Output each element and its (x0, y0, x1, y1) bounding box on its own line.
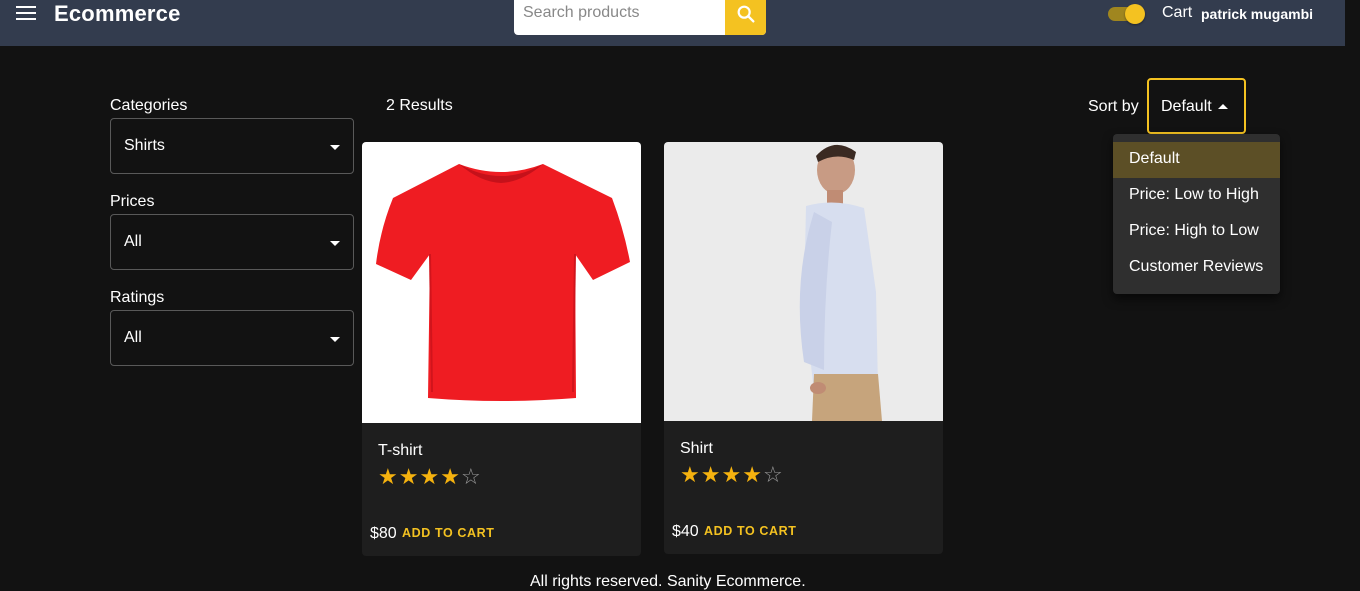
product-price: $40 (672, 523, 699, 540)
dark-mode-toggle[interactable] (1108, 4, 1146, 24)
star-filled-icon: ★ (721, 462, 743, 487)
footer-text: All rights reserved. Sanity Ecommerce. (530, 573, 806, 590)
menu-icon[interactable] (16, 6, 36, 22)
categories-value: Shirts (124, 137, 165, 154)
search-bar (514, 0, 766, 35)
star-filled-icon: ★ (680, 462, 701, 487)
sort-menu: Default Price: Low to High Price: High t… (1113, 134, 1280, 294)
star-filled-icon: ★ (440, 464, 461, 489)
sort-option-price-high-low[interactable]: Price: High to Low (1113, 214, 1280, 250)
ratings-label: Ratings (110, 289, 165, 306)
toggle-thumb (1125, 4, 1145, 24)
add-to-cart-button[interactable]: ADD TO CART (402, 526, 494, 540)
add-to-cart-button[interactable]: ADD TO CART (704, 524, 796, 538)
star-rating: ★★★★☆ (378, 464, 482, 490)
chevron-down-icon (330, 145, 340, 150)
search-input[interactable] (514, 0, 725, 35)
sort-label: Sort by (1088, 98, 1139, 115)
product-title[interactable]: Shirt (680, 440, 713, 458)
ratings-value: All (124, 329, 142, 346)
sort-option-customer-reviews[interactable]: Customer Reviews (1113, 250, 1280, 286)
product-price: $80 (370, 525, 397, 542)
results-count: 2 Results (386, 97, 453, 114)
chevron-down-icon (330, 241, 340, 246)
categories-label: Categories (110, 97, 188, 114)
chevron-up-icon (1218, 104, 1228, 109)
chevron-down-icon (330, 337, 340, 342)
star-filled-icon: ★ (742, 462, 763, 487)
star-rating: ★★★★☆ (680, 462, 784, 488)
sort-option-price-low-high[interactable]: Price: Low to High (1113, 178, 1280, 214)
prices-label: Prices (110, 193, 155, 210)
product-card-tshirt[interactable]: T-shirt ★★★★☆ $80 ADD TO CART (362, 142, 641, 556)
brand-link[interactable]: Ecommerce (54, 1, 181, 27)
star-filled-icon: ★ (378, 464, 399, 489)
sort-select[interactable]: Default (1147, 78, 1246, 134)
search-icon (737, 5, 755, 23)
search-button[interactable] (725, 0, 766, 35)
shirt-image[interactable] (664, 142, 943, 421)
app-bar: Ecommerce Cart patrick mugambi (0, 0, 1345, 46)
user-menu-button[interactable]: patrick mugambi (1201, 6, 1313, 22)
categories-select[interactable]: Shirts (110, 118, 354, 174)
star-filled-icon: ★ (419, 464, 441, 489)
product-card-shirt[interactable]: Shirt ★★★★☆ $40 ADD TO CART (664, 142, 943, 554)
tshirt-image[interactable] (362, 142, 641, 423)
prices-value: All (124, 233, 142, 250)
star-empty-icon: ☆ (460, 464, 482, 489)
product-title[interactable]: T-shirt (378, 442, 422, 460)
prices-select[interactable]: All (110, 214, 354, 270)
star-filled-icon: ★ (398, 464, 420, 489)
sort-value: Default (1161, 98, 1212, 115)
cart-link[interactable]: Cart (1162, 4, 1192, 22)
sort-option-default[interactable]: Default (1113, 142, 1280, 178)
star-filled-icon: ★ (700, 462, 722, 487)
ratings-select[interactable]: All (110, 310, 354, 366)
star-empty-icon: ☆ (762, 462, 784, 487)
